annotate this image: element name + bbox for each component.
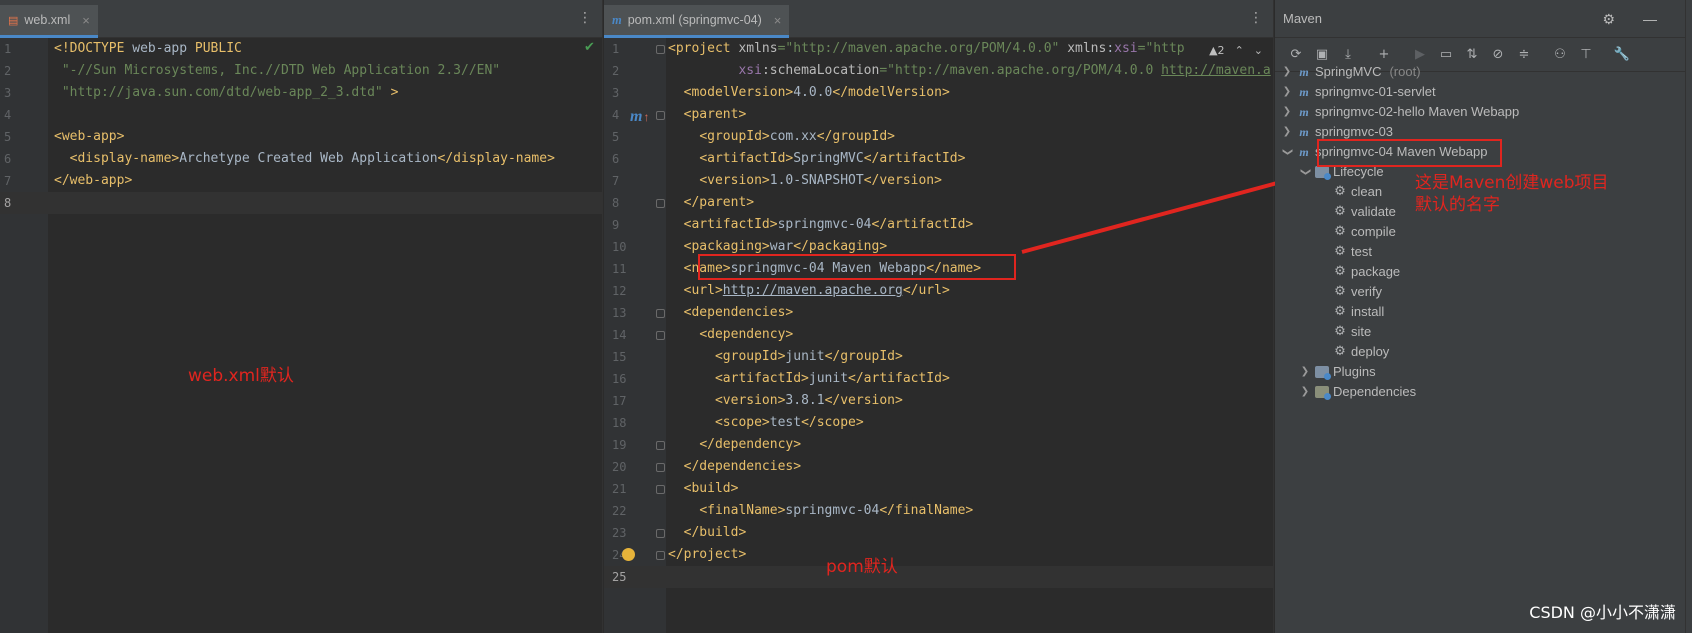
- maven-header: Maven ⚙ —: [1275, 0, 1685, 38]
- tree-label: springmvc-01-servlet: [1315, 84, 1436, 99]
- goal-label: verify: [1351, 284, 1383, 299]
- gear-icon: ⚙: [1334, 284, 1346, 299]
- right-tool-stripe[interactable]: [1685, 0, 1692, 633]
- lifecycle-goal[interactable]: ⚙ validate: [1333, 202, 1396, 222]
- chevron-right-icon[interactable]: ❯: [1281, 102, 1293, 122]
- lifecycle-goal[interactable]: ⚙ deploy: [1333, 342, 1389, 362]
- skip-tests-icon[interactable]: ⊘: [1485, 42, 1511, 68]
- goal-label: test: [1351, 244, 1372, 259]
- expand-icon[interactable]: ⊤: [1573, 42, 1599, 68]
- watermark: CSDN @小小不潇潇: [1529, 603, 1676, 622]
- lifecycle-goal[interactable]: ⚙ install: [1333, 302, 1384, 322]
- chevron-right-icon[interactable]: ❯: [1299, 382, 1311, 402]
- goal-label: package: [1351, 264, 1401, 279]
- dependencies-folder-icon: [1315, 386, 1331, 400]
- header-tools[interactable]: ⚙ —: [1603, 0, 1669, 38]
- goal-label: site: [1351, 324, 1372, 339]
- lifecycle-goal[interactable]: ⚙ package: [1333, 262, 1400, 282]
- collapse-icon[interactable]: ≑: [1511, 42, 1537, 68]
- tree-dependencies[interactable]: ❯ Dependencies: [1299, 382, 1416, 402]
- lifecycle-goal[interactable]: ⚙ test: [1333, 242, 1372, 262]
- annotation-line: 这是Maven创建web项目: [1415, 173, 1609, 193]
- maven-module-icon: m: [1299, 105, 1309, 119]
- chevron-right-icon[interactable]: ❯: [1281, 82, 1293, 102]
- tree-label: SpringMVC: [1315, 64, 1382, 79]
- annotation-line: 默认的名字: [1415, 195, 1500, 215]
- tree-project-springmvc[interactable]: ❯ m SpringMVC (root): [1281, 62, 1421, 82]
- execute-icon[interactable]: ▭: [1433, 42, 1459, 68]
- goal-label: validate: [1351, 204, 1396, 219]
- maven-module-icon: m: [1299, 85, 1309, 99]
- lifecycle-goal[interactable]: ⚙ verify: [1333, 282, 1382, 302]
- toggle-offline-icon[interactable]: ⇅: [1459, 42, 1485, 68]
- maven-title: Maven: [1283, 11, 1323, 26]
- goal-label: install: [1351, 304, 1385, 319]
- tree-plugins[interactable]: ❯ Plugins: [1299, 362, 1376, 382]
- gear-icon: ⚙: [1334, 264, 1346, 279]
- plugins-folder-icon: [1315, 366, 1331, 380]
- gear-icon: ⚙: [1334, 324, 1346, 339]
- gear-icon: ⚙: [1334, 244, 1346, 259]
- gear-icon: ⚙: [1334, 304, 1346, 319]
- tree-suffix: (root): [1389, 64, 1421, 79]
- maven-annotation: 这是Maven创建web项目 默认的名字: [1415, 172, 1609, 216]
- chevron-down-icon[interactable]: ❯: [1295, 166, 1315, 178]
- chevron-right-icon[interactable]: ❯: [1281, 122, 1293, 142]
- settings-wrench-icon[interactable]: 🔧: [1609, 42, 1635, 68]
- chevron-right-icon[interactable]: ❯: [1281, 62, 1293, 82]
- gear-icon: ⚙: [1334, 224, 1346, 239]
- gear-icon: ⚙: [1334, 344, 1346, 359]
- maven-tool-window[interactable]: Maven ⚙ — ⟳ ▣ ⤓ + ▶ ▭ ⇅ ⊘ ≑ ⚇ ⊤ 🔧 ❯ m Spri…: [1275, 0, 1685, 633]
- goal-label: compile: [1351, 224, 1396, 239]
- tree-label: springmvc-02-hello Maven Webapp: [1315, 104, 1520, 119]
- goal-label: deploy: [1351, 344, 1390, 359]
- tree-label: Dependencies: [1333, 384, 1417, 399]
- goal-label: clean: [1351, 184, 1383, 199]
- toolbar-separator: [1537, 42, 1547, 68]
- tree-project-02[interactable]: ❯ m springmvc-02-hello Maven Webapp: [1281, 102, 1519, 122]
- chevron-down-icon[interactable]: ❯: [1277, 146, 1297, 158]
- tree-project-01[interactable]: ❯ m springmvc-01-servlet: [1281, 82, 1436, 102]
- gear-icon: ⚙: [1334, 204, 1346, 219]
- lifecycle-goal[interactable]: ⚙ site: [1333, 322, 1371, 342]
- lifecycle-goal[interactable]: ⚙ clean: [1333, 182, 1382, 202]
- lifecycle-goal[interactable]: ⚙ compile: [1333, 222, 1396, 242]
- lifecycle-folder-icon: [1315, 166, 1331, 180]
- maven-module-icon: m: [1299, 125, 1309, 139]
- gear-icon: ⚙: [1334, 184, 1346, 199]
- chevron-right-icon[interactable]: ❯: [1299, 362, 1311, 382]
- toolbar-separator: [1599, 42, 1609, 68]
- maven-module-icon: m: [1299, 145, 1309, 159]
- maven-module-icon: m: [1299, 65, 1309, 79]
- project-highlight-box: [1317, 139, 1502, 167]
- show-deps-icon[interactable]: ⚇: [1547, 42, 1573, 68]
- tree-label: Plugins: [1333, 364, 1376, 379]
